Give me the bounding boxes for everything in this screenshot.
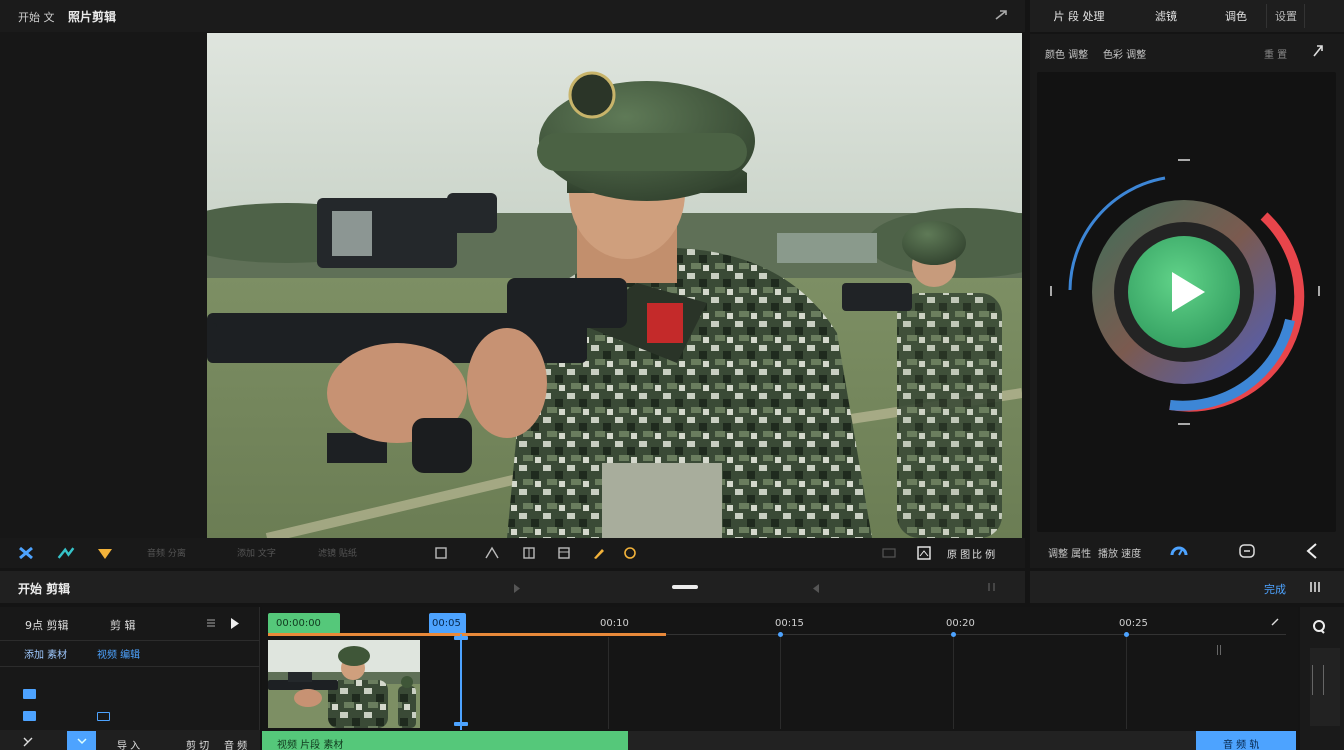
sticker-label[interactable]: 滤镜 贴纸 — [318, 546, 357, 559]
playhead-line[interactable] — [460, 634, 462, 730]
playhead-top[interactable] — [454, 636, 468, 640]
screenshot-icon[interactable] — [915, 544, 933, 562]
menu-icon[interactable] — [206, 618, 216, 628]
color-icon[interactable] — [96, 544, 114, 562]
fullscreen-icon[interactable] — [987, 582, 997, 592]
ruler-label-3: 00:15 — [775, 618, 804, 629]
track-label-2[interactable]: 剪 辑 — [110, 617, 136, 633]
video-preview[interactable] — [207, 33, 1022, 538]
blue-clip-label: 音 频 轨 — [1223, 740, 1260, 750]
scroll-thumb[interactable] — [1312, 665, 1324, 695]
ruler-label-4: 00:20 — [946, 618, 975, 629]
cut-label[interactable]: 剪 切 — [186, 737, 209, 750]
pen-icon[interactable] — [590, 544, 608, 562]
import-label[interactable]: 导 入 — [117, 737, 140, 750]
ratio-label[interactable]: 比 例 — [972, 546, 995, 561]
audio-split-label[interactable]: 音频 分离 — [147, 546, 186, 559]
play-track-icon[interactable] — [230, 618, 240, 629]
project-bar-right — [1030, 571, 1344, 603]
filter-icon[interactable] — [621, 544, 639, 562]
gridline — [608, 637, 609, 729]
prev-frame-icon[interactable] — [513, 583, 521, 593]
split-icon[interactable] — [483, 544, 501, 562]
fit-icon[interactable] — [555, 544, 573, 562]
pin-icon[interactable] — [994, 9, 1008, 21]
video-edit-link[interactable]: 视频 编辑 — [97, 646, 140, 661]
add-media-link[interactable]: 添加 素材 — [24, 646, 67, 661]
gridline — [780, 637, 781, 729]
caption-icon[interactable] — [1238, 543, 1256, 559]
tab-clip-process[interactable]: 片 段 处理 — [1036, 0, 1122, 32]
audio-label[interactable]: 音 频 — [224, 737, 247, 750]
next-frame-icon[interactable] — [812, 583, 820, 593]
ruler-baseline — [666, 634, 1286, 635]
tab-settings[interactable]: 设置 — [1268, 0, 1304, 32]
ruler-label-0: 00:00:00 — [276, 618, 321, 629]
active-tool-button[interactable] — [67, 731, 96, 750]
subtab-color-adjust[interactable]: 颜色 调整 — [1045, 46, 1088, 61]
original-label[interactable]: 原 图 — [947, 546, 970, 561]
left-panel — [0, 32, 207, 538]
divider — [0, 640, 260, 641]
divider — [0, 666, 260, 667]
menu-start[interactable]: 开始 文 — [18, 9, 55, 25]
gridline — [1126, 637, 1127, 729]
ruler-label-1: 00:05 — [432, 618, 461, 629]
tab-filter[interactable]: 滤镜 — [1138, 0, 1194, 32]
adjust-properties-label[interactable]: 调整 属性 — [1048, 545, 1091, 560]
top-bar — [0, 0, 1025, 32]
preview-frame — [207, 33, 1022, 538]
aspect-icon[interactable] — [880, 544, 898, 562]
video-track-icon[interactable] — [23, 689, 36, 699]
magic-icon[interactable] — [57, 544, 75, 562]
reset-button[interactable]: 重 置 — [1264, 46, 1287, 61]
done-button[interactable]: 完成 — [1264, 581, 1286, 597]
color-wheel[interactable] — [1040, 150, 1330, 430]
subtab-tone-adjust[interactable]: 色彩 调整 — [1103, 46, 1146, 61]
marker-icon[interactable] — [1217, 645, 1221, 655]
columns-icon[interactable] — [1309, 581, 1323, 593]
project-title: 开始 剪辑 — [18, 582, 71, 596]
track-label-1[interactable]: 9点 剪辑 — [25, 617, 69, 633]
ruler-label-2: 00:10 — [600, 618, 629, 629]
video-clip-thumbnail[interactable] — [268, 640, 420, 728]
empty-track[interactable] — [628, 731, 1196, 750]
expand-track-icon[interactable] — [22, 736, 34, 748]
back-icon[interactable] — [1304, 542, 1320, 560]
zoom-icon[interactable] — [1311, 619, 1327, 635]
tab-divider — [1266, 4, 1267, 28]
speed-icon[interactable] — [1170, 543, 1188, 559]
caption-track-icon[interactable] — [97, 712, 110, 721]
ruler-end-icon[interactable] — [1270, 617, 1280, 627]
frame-icon[interactable] — [520, 544, 538, 562]
audio-track-icon[interactable] — [23, 711, 36, 721]
ruler-label-5: 00:25 — [1119, 618, 1148, 629]
playhead-bottom[interactable] — [454, 722, 468, 726]
tab-color[interactable]: 调色 — [1208, 0, 1264, 32]
tab-divider — [1304, 4, 1305, 28]
add-text-label[interactable]: 添加 文字 — [237, 546, 276, 559]
scissors-icon[interactable] — [17, 544, 35, 562]
expand-icon[interactable] — [1312, 44, 1324, 58]
app-title: 照片剪辑 — [68, 10, 117, 24]
green-clip-label: 视频 片段 素材 — [277, 740, 344, 750]
play-speed-label[interactable]: 播放 速度 — [1098, 545, 1141, 560]
crop-icon[interactable] — [432, 544, 450, 562]
playhead-handle[interactable] — [672, 585, 698, 589]
gridline — [953, 637, 954, 729]
